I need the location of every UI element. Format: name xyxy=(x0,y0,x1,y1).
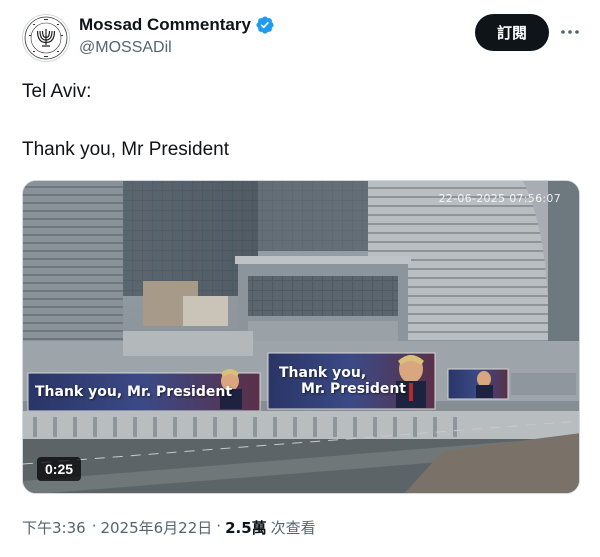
video-duration-badge: 0:25 xyxy=(37,457,82,481)
tweet-time[interactable]: 下午3:36 xyxy=(22,517,86,538)
views-label: 次查看 xyxy=(270,519,316,537)
tweet-date[interactable]: 2025年6月22日 xyxy=(100,517,212,538)
account-name-row: Mossad Commentary xyxy=(79,15,275,35)
meta-separator-2: · xyxy=(216,517,222,535)
tweet-text: Tel Aviv: Thank you, Mr President xyxy=(22,81,229,161)
tweet-meta: 下午3:36 · 2025年6月22日 · 2.5萬 次查看 xyxy=(22,517,316,538)
account-handle[interactable]: @MOSSADil xyxy=(79,39,172,57)
tweet-line-1: Tel Aviv: xyxy=(22,81,92,102)
tweet-line-2: Thank you, Mr President xyxy=(22,139,229,160)
video-timestamp-overlay: 22-06-2025 07:56:07 xyxy=(438,192,561,205)
verified-badge-icon[interactable] xyxy=(255,15,275,35)
video-player[interactable]: 22-06-2025 07:56:07 Thank you, Mr. Presi… xyxy=(22,180,580,494)
follow-button[interactable]: 訂閱 xyxy=(475,14,549,51)
billboard-center-line-2: Mr. President xyxy=(301,381,406,397)
video-thumbnail xyxy=(23,181,579,493)
more-options-button[interactable] xyxy=(556,22,584,42)
views-count: 2.5萬 xyxy=(225,519,267,537)
menorah-logo-icon xyxy=(24,16,68,60)
billboard-left-text: Thank you, Mr. President xyxy=(35,384,233,400)
more-horizontal-icon xyxy=(561,30,579,34)
display-name[interactable]: Mossad Commentary xyxy=(79,15,251,35)
billboard-center-line-1: Thank you, xyxy=(279,365,367,381)
avatar[interactable] xyxy=(22,14,70,62)
meta-separator: · xyxy=(91,517,97,535)
